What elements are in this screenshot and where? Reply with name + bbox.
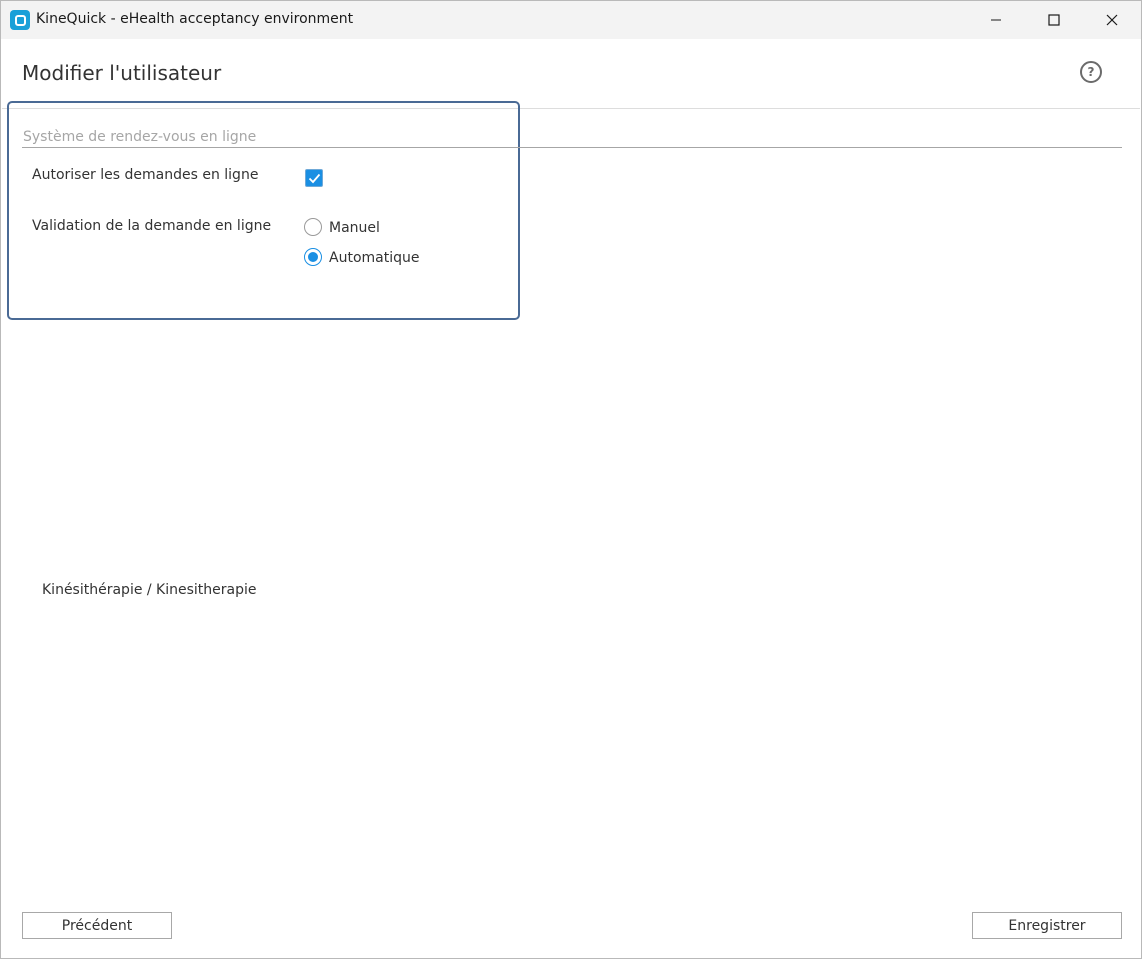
save-button[interactable]: Enregistrer [972, 912, 1122, 939]
window-title: KineQuick - eHealth acceptancy environme… [36, 11, 354, 27]
previous-button[interactable]: Précédent [22, 912, 172, 939]
checkmark-icon [308, 173, 321, 184]
title-bar[interactable]: KineQuick - eHealth acceptancy environme… [1, 1, 1141, 39]
section-divider [22, 147, 1122, 148]
radio-automatique[interactable] [304, 248, 322, 266]
section-title: Système de rendez-vous en ligne [23, 129, 257, 145]
specialty-text: Kinésithérapie / Kinesitherapie [42, 582, 257, 598]
minimize-button[interactable] [967, 1, 1025, 39]
kinequick-app-icon [10, 10, 30, 30]
maximize-icon [1048, 14, 1060, 26]
help-button[interactable]: ? [1080, 61, 1102, 83]
close-icon [1106, 14, 1118, 26]
allow-online-label: Autoriser les demandes en ligne [32, 167, 259, 183]
radio-manuel-label[interactable]: Manuel [329, 220, 380, 236]
minimize-icon [991, 19, 1001, 21]
maximize-button[interactable] [1025, 1, 1083, 39]
page-title: Modifier l'utilisateur [22, 61, 222, 85]
validation-label: Validation de la demande en ligne [32, 218, 272, 234]
app-window: KineQuick - eHealth acceptancy environme… [0, 0, 1142, 959]
radio-automatique-label[interactable]: Automatique [329, 250, 419, 266]
close-button[interactable] [1083, 1, 1141, 39]
allow-online-checkbox[interactable] [305, 169, 323, 187]
radio-manuel[interactable] [304, 218, 322, 236]
help-icon: ? [1087, 65, 1095, 79]
